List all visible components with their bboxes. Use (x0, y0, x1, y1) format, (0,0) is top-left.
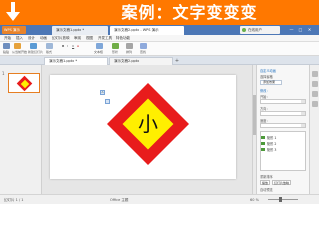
slide[interactable]: A 小 (50, 75, 236, 179)
bold-button[interactable]: B (62, 44, 64, 48)
animation-list-item[interactable]: 矩形 1 (267, 135, 276, 140)
effect-icon (261, 142, 265, 145)
menu-insert[interactable]: 插入 (16, 35, 23, 42)
animation-list-item[interactable]: 矩形 2 (267, 141, 276, 146)
shapes-icon[interactable] (112, 43, 119, 49)
task-icon-4[interactable] (312, 101, 318, 107)
selection-handle-b[interactable] (105, 99, 110, 104)
arrange-label: 排列 (126, 50, 133, 54)
play-from-current-label: 从当前开始 (12, 50, 28, 54)
chevron-down-icon (301, 112, 305, 115)
play-button[interactable]: 播放 (260, 180, 271, 185)
right-taskbar (309, 65, 319, 194)
new-slide-icon[interactable] (30, 43, 37, 49)
autopreview-checkbox[interactable]: 自动预览 (260, 187, 273, 192)
titlebar-doc-tab-1[interactable]: 演示文稿1.pptx * (52, 26, 108, 35)
menu-home[interactable]: 开始 (4, 35, 11, 42)
document-tab-strip: 演示文稿1.pptx * 演示文稿2.pptx + (0, 56, 319, 65)
down-arrow-icon (6, 2, 20, 21)
task-icon-3[interactable] (312, 91, 318, 97)
chevron-down-icon (301, 100, 305, 103)
layout-icon[interactable] (46, 43, 53, 49)
slide-count: 幻灯片 1 / 1 (4, 198, 24, 202)
wps-app-menu-button[interactable]: WPS 演示 (2, 26, 26, 34)
chevron-down-icon (301, 124, 305, 127)
ribbon-toolbar: 粘贴 从当前开始 新建幻灯片 版式 B I U A 文本框 形状 排列 查找 (0, 42, 319, 56)
font-color-button[interactable]: A (77, 44, 79, 48)
animation-list-item[interactable]: 矩形 3 (267, 147, 276, 152)
menu-review[interactable]: 审阅 (74, 35, 81, 42)
speed-select[interactable] (260, 123, 306, 128)
panel-title: 自定义动画 (260, 69, 276, 73)
effect-icon (261, 136, 265, 139)
find-icon[interactable] (140, 43, 147, 49)
banner-title: 案例：文字变变变 (121, 3, 258, 22)
menu-developer[interactable]: 开发工具 (98, 35, 112, 42)
find-label: 查找 (140, 50, 147, 54)
textbox-label: 文本框 (94, 50, 104, 54)
avatar (242, 28, 246, 32)
paste-label: 粘贴 (3, 50, 10, 54)
menu-design[interactable]: 设计 (28, 35, 35, 42)
add-effect-button[interactable]: 添加效果 (260, 80, 282, 85)
window-controls: — □ ✕ (286, 27, 316, 33)
close-button[interactable]: ✕ (306, 27, 313, 33)
title-bar: WPS 演示 演示文稿1.pptx * 演示文稿2.pptx - WPS 演示 … (0, 25, 319, 35)
user-account[interactable]: 在线用户 (240, 26, 280, 34)
status-bar: 幻灯片 1 / 1 Office 主题 60 % (0, 194, 319, 204)
underline-button[interactable]: U (72, 44, 74, 48)
slide-canvas: A 小 (42, 65, 252, 194)
menu-slideshow[interactable]: 幻灯片放映 (52, 35, 70, 42)
slide-character-text[interactable]: 小 (134, 112, 162, 136)
slide-thumbnail[interactable] (8, 73, 40, 93)
document-tab-1[interactable]: 演示文稿1.pptx * (44, 57, 108, 65)
slide-thumbnail-pane: 1 (0, 65, 42, 194)
effect-icon (261, 148, 265, 151)
menu-bar: 开始 插入 设计 动画 幻灯片放映 审阅 视图 开发工具 特色功能 (0, 35, 319, 42)
minimize-button[interactable]: — (288, 27, 295, 33)
titlebar-doc-tab-2[interactable]: 演示文稿2.pptx - WPS 演示 (110, 26, 184, 35)
reorder-label: 重新排序 (260, 175, 273, 179)
arrange-icon[interactable] (126, 43, 133, 49)
modify-label: 修改： (260, 89, 270, 93)
tutorial-banner: 案例：文字变变变 (0, 0, 319, 25)
textbox-icon[interactable] (96, 43, 103, 49)
add-tab-button[interactable]: + (174, 58, 180, 64)
zoom-level: 60 % (250, 198, 259, 202)
start-select[interactable] (260, 99, 306, 104)
menu-special[interactable]: 特色功能 (116, 35, 130, 42)
document-tab-2[interactable]: 演示文稿2.pptx (109, 57, 173, 65)
user-label: 在线用户 (248, 28, 262, 32)
zoom-slider[interactable] (268, 199, 298, 200)
shapes-label: 形状 (112, 50, 119, 54)
task-icon-1[interactable] (312, 71, 318, 77)
italic-button[interactable]: I (67, 44, 68, 48)
selection-handle-a[interactable]: A (100, 90, 105, 95)
direction-select[interactable] (260, 111, 306, 116)
task-icon-2[interactable] (312, 81, 318, 87)
paste-icon[interactable] (3, 43, 10, 49)
layout-label: 版式 (46, 50, 53, 54)
play-from-current-icon[interactable] (14, 43, 21, 49)
menu-view[interactable]: 视图 (86, 35, 93, 42)
maximize-button[interactable]: □ (297, 27, 304, 33)
zoom-slider-knob[interactable] (279, 197, 282, 202)
slideshow-button[interactable]: 幻灯片放映 (272, 180, 292, 185)
theme-name: Office 主题 (110, 198, 129, 202)
selection-pane-link[interactable]: 选择窗格 (260, 74, 273, 79)
menu-animation[interactable]: 动画 (40, 35, 47, 42)
thumbnail-number: 1 (2, 71, 5, 76)
new-slide-label: 新建幻灯片 (28, 50, 44, 54)
custom-animation-panel: 自定义动画 选择窗格 添加效果 修改： 开始： 方向： 速度： 矩形 1 矩形 … (256, 65, 309, 194)
